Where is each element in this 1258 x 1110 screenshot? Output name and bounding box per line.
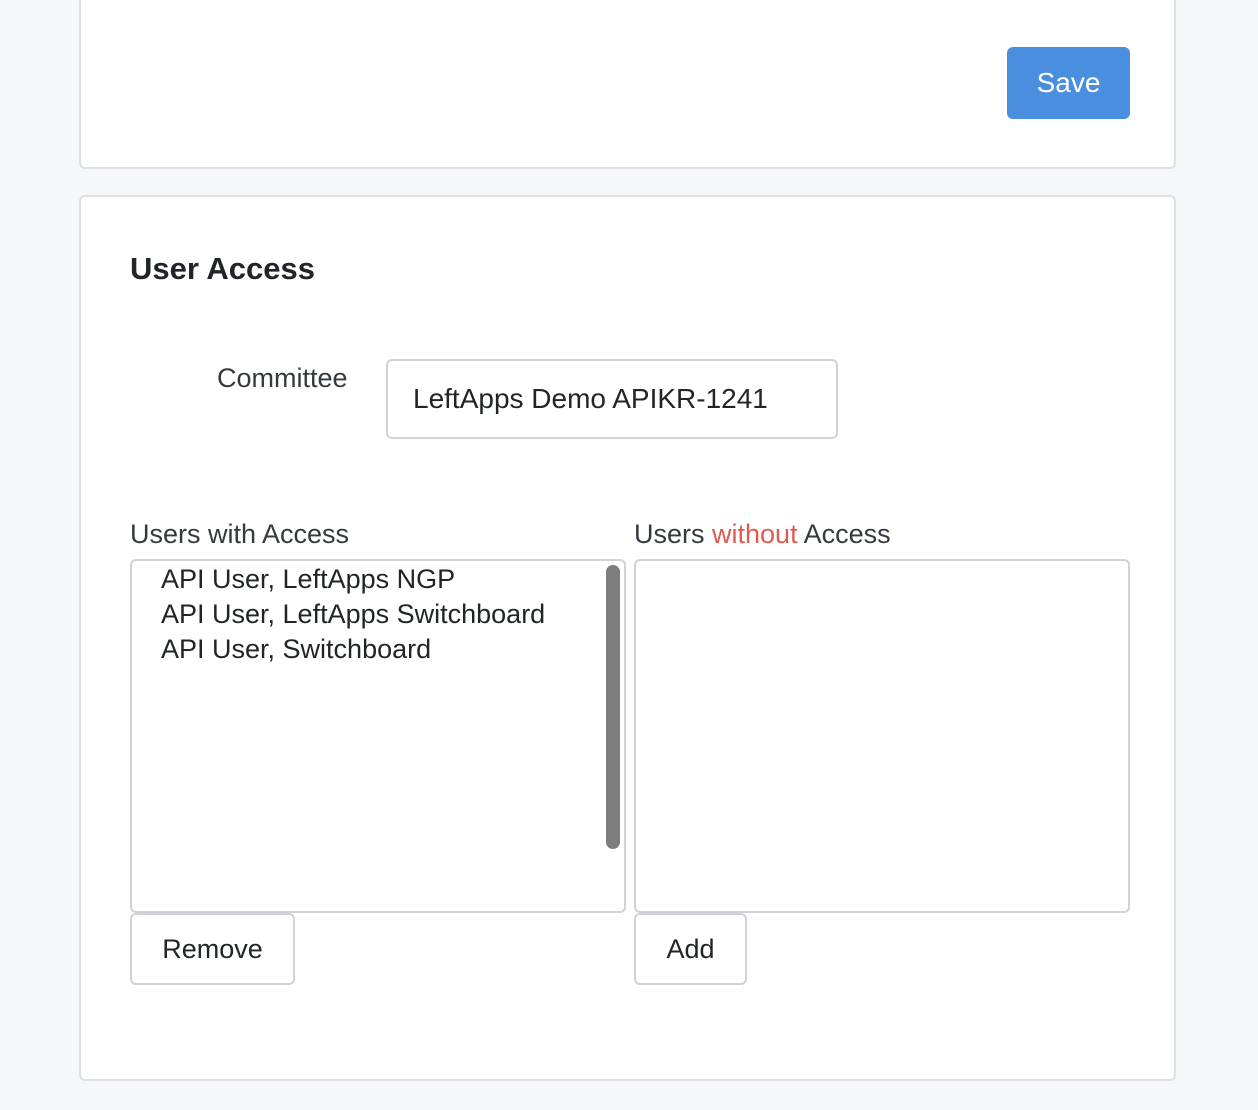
label-suffix: Access	[797, 519, 891, 549]
users-with-access-label: Users with Access	[130, 519, 350, 549]
users-without-access-label: Users without Access	[634, 519, 891, 550]
users-with-access-list[interactable]: API User, LeftApps NGP API User, LeftApp…	[130, 559, 626, 913]
user-access-card: User Access Committee Users with Access …	[79, 195, 1176, 1081]
users-without-access-list[interactable]	[634, 559, 1130, 913]
remove-button[interactable]: Remove	[130, 913, 295, 985]
settings-card: Save	[79, 0, 1176, 169]
save-button[interactable]: Save	[1007, 47, 1130, 119]
section-title: User Access	[130, 251, 315, 286]
list-item[interactable]: API User, LeftApps Switchboard	[161, 597, 545, 632]
committee-field[interactable]	[386, 359, 838, 439]
label-prefix: Users	[634, 519, 713, 549]
add-button[interactable]: Add	[634, 913, 747, 985]
label-highlight: without	[712, 519, 798, 549]
list-item[interactable]: API User, LeftApps NGP	[161, 562, 455, 597]
page: Save User Access Committee Users with Ac…	[0, 0, 1258, 1110]
committee-label: Committee	[217, 363, 348, 393]
scrollbar-thumb[interactable]	[606, 565, 620, 849]
list-item[interactable]: API User, Switchboard	[161, 632, 431, 667]
